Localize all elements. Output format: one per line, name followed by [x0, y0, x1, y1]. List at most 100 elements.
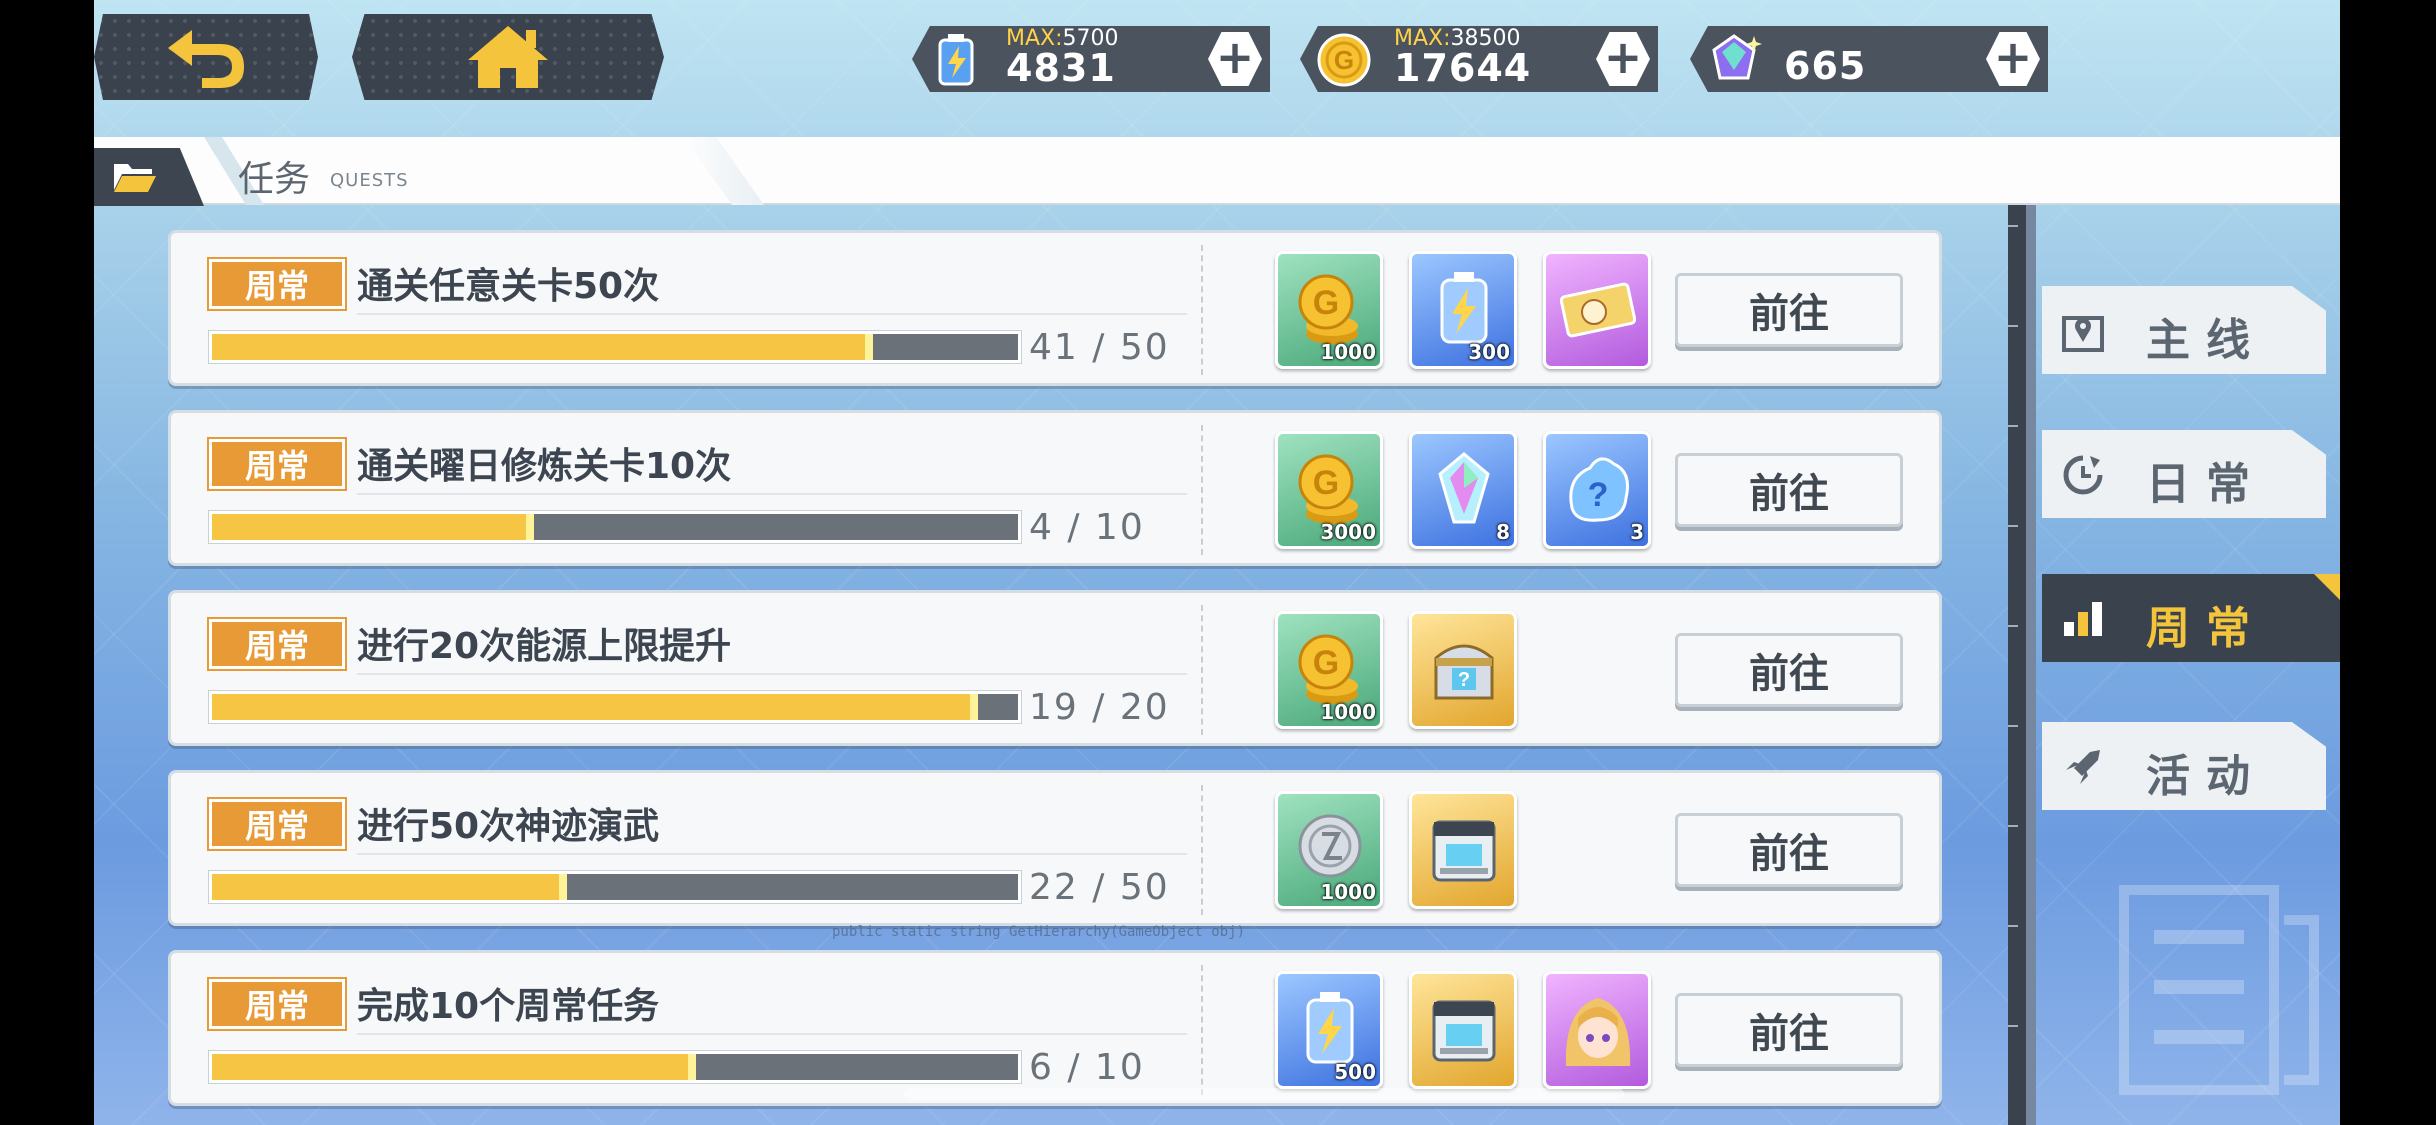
quest-card: 周常 进行50次神迹演武 22 / 50 1000 前往 — [168, 770, 1942, 926]
go-button[interactable]: 前往 — [1675, 993, 1903, 1067]
silver-coin-icon — [1298, 814, 1362, 878]
reward-gold-coins[interactable]: G 1000 — [1275, 611, 1383, 729]
gold-coins-icon: G — [1298, 274, 1358, 344]
gold-add-button[interactable]: + — [1596, 32, 1650, 86]
svg-text:G: G — [1313, 464, 1339, 502]
quest-progress-text: 4 / 10 — [1029, 507, 1145, 548]
tab-daily[interactable]: 日常 — [2042, 430, 2326, 518]
reward-quantity: 300 — [1468, 340, 1510, 364]
svg-text:G: G — [1313, 644, 1339, 682]
quest-type-badge: 周常 — [207, 257, 347, 311]
quest-description: 进行50次神迹演武 — [357, 806, 660, 847]
quest-progress-bar — [208, 1050, 1022, 1084]
tab-main-story[interactable]: 主线 — [2042, 286, 2326, 374]
quest-type-badge: 周常 — [207, 977, 347, 1031]
page-title: 任务 — [238, 159, 311, 200]
back-button[interactable] — [94, 14, 318, 100]
tab-events[interactable]: 活动 — [2042, 722, 2326, 810]
tab-label: 活动 — [2146, 751, 2266, 802]
quest-card: 周常 通关任意关卡50次 41 / 50 G 1000 300 前往 — [168, 230, 1942, 386]
energy-resource: MAX:5700 4831 + — [912, 26, 1270, 92]
gold-value: 17644 — [1394, 46, 1532, 90]
gold-coins-icon: G — [1298, 634, 1358, 704]
quest-progress-text: 6 / 10 — [1029, 1047, 1145, 1088]
energy-battery-icon — [1306, 992, 1354, 1064]
energy-battery-icon — [938, 34, 974, 86]
quest-description: 完成10个周常任务 — [357, 986, 660, 1027]
quest-progress-fill — [212, 694, 978, 720]
reward-gold-coins[interactable]: G 3000 — [1275, 431, 1383, 549]
supply-box-icon — [1432, 1000, 1496, 1062]
go-button[interactable]: 前往 — [1675, 813, 1903, 887]
quest-list[interactable]: 周常 通关任意关卡50次 41 / 50 G 1000 300 前往 周常 通关… — [168, 230, 1942, 1125]
quest-progress-text: 22 / 50 — [1029, 867, 1170, 908]
quest-progress-fill — [212, 874, 567, 900]
reward-character-portrait[interactable] — [1543, 971, 1651, 1089]
quest-progress-text: 19 / 20 — [1029, 687, 1170, 728]
gem-icon — [1712, 34, 1762, 80]
side-rail — [2008, 205, 2036, 1125]
quest-card: 周常 完成10个周常任务 6 / 10 500 前往 — [168, 950, 1942, 1106]
back-arrow-icon — [168, 30, 244, 88]
refresh-icon — [2063, 455, 2103, 495]
plus-icon: + — [1603, 30, 1643, 84]
quest-progress-bar — [208, 690, 1022, 724]
plus-icon: + — [1993, 30, 2033, 84]
tab-label: 主线 — [2146, 315, 2266, 366]
reward-quantity: 1000 — [1320, 880, 1376, 904]
reward-energy-battery[interactable]: 500 — [1275, 971, 1383, 1089]
energy-add-button[interactable]: + — [1208, 32, 1262, 86]
reward-mystery-blob[interactable]: ? 3 — [1543, 431, 1651, 549]
supply-box-icon — [1432, 820, 1496, 882]
reward-silver-coin[interactable]: 1000 — [1275, 791, 1383, 909]
svg-text:?: ? — [1458, 669, 1470, 691]
quest-description: 通关任意关卡50次 — [357, 266, 660, 307]
quest-progress-fill — [212, 1054, 696, 1080]
energy-value: 4831 — [1006, 46, 1116, 90]
quest-type-badge: 周常 — [207, 437, 347, 491]
gem-add-button[interactable]: + — [1986, 32, 2040, 86]
debug-overlay-text: public static string GetHierarchy(GameOb… — [832, 924, 1246, 940]
quest-description: 通关曜日修炼关卡10次 — [357, 446, 732, 487]
scroll-indicator[interactable] — [904, 1088, 1624, 1100]
quest-progress-text: 41 / 50 — [1029, 327, 1170, 368]
gold-coin-icon: G — [1317, 33, 1371, 87]
gold-coins-icon: G — [1298, 454, 1358, 524]
decorative-checklist-icon — [2119, 885, 2319, 1095]
reward-quantity: 3000 — [1320, 520, 1376, 544]
page-subtitle: QUESTS — [330, 170, 409, 191]
quest-progress-fill — [212, 334, 873, 360]
quest-type-badge: 周常 — [207, 617, 347, 671]
quest-screen: MAX:5700 4831 + G MAX:38500 17644 + 665 … — [94, 0, 2340, 1125]
tab-weekly[interactable]: 周常 — [2042, 574, 2340, 662]
svg-text:G: G — [1334, 45, 1354, 75]
energy-battery-icon — [1440, 272, 1488, 344]
go-button[interactable]: 前往 — [1675, 633, 1903, 707]
reward-supply-box[interactable] — [1409, 791, 1517, 909]
reward-energy-battery[interactable]: 300 — [1409, 251, 1517, 369]
quest-card: 周常 进行20次能源上限提升 19 / 20 G 1000 ? 前往 — [168, 590, 1942, 746]
home-button[interactable] — [352, 14, 664, 100]
reward-ticket[interactable] — [1543, 251, 1651, 369]
quest-type-badge: 周常 — [207, 797, 347, 851]
go-button[interactable]: 前往 — [1675, 273, 1903, 347]
svg-text:?: ? — [1588, 476, 1609, 514]
reward-quantity: 1000 — [1320, 340, 1376, 364]
reward-gold-coins[interactable]: G 1000 — [1275, 251, 1383, 369]
svg-text:G: G — [1313, 284, 1339, 322]
go-button[interactable]: 前往 — [1675, 453, 1903, 527]
reward-supply-box[interactable] — [1409, 971, 1517, 1089]
tab-label: 日常 — [2146, 459, 2266, 510]
quest-progress-fill — [212, 514, 535, 540]
reward-mystery-chest[interactable]: ? — [1409, 611, 1517, 729]
bar-chart-icon — [2064, 602, 2102, 636]
reward-crystal[interactable]: 8 — [1409, 431, 1517, 549]
home-icon — [468, 26, 548, 88]
rocket-icon — [2066, 750, 2100, 784]
quest-progress-bar — [208, 330, 1022, 364]
title-bar — [94, 137, 2340, 205]
quest-card: 周常 通关曜日修炼关卡10次 4 / 10 G 3000 8 ? 3 前往 — [168, 410, 1942, 566]
quest-progress-bar — [208, 510, 1022, 544]
reward-quantity: 8 — [1496, 520, 1510, 544]
character-portrait-icon — [1565, 998, 1631, 1066]
